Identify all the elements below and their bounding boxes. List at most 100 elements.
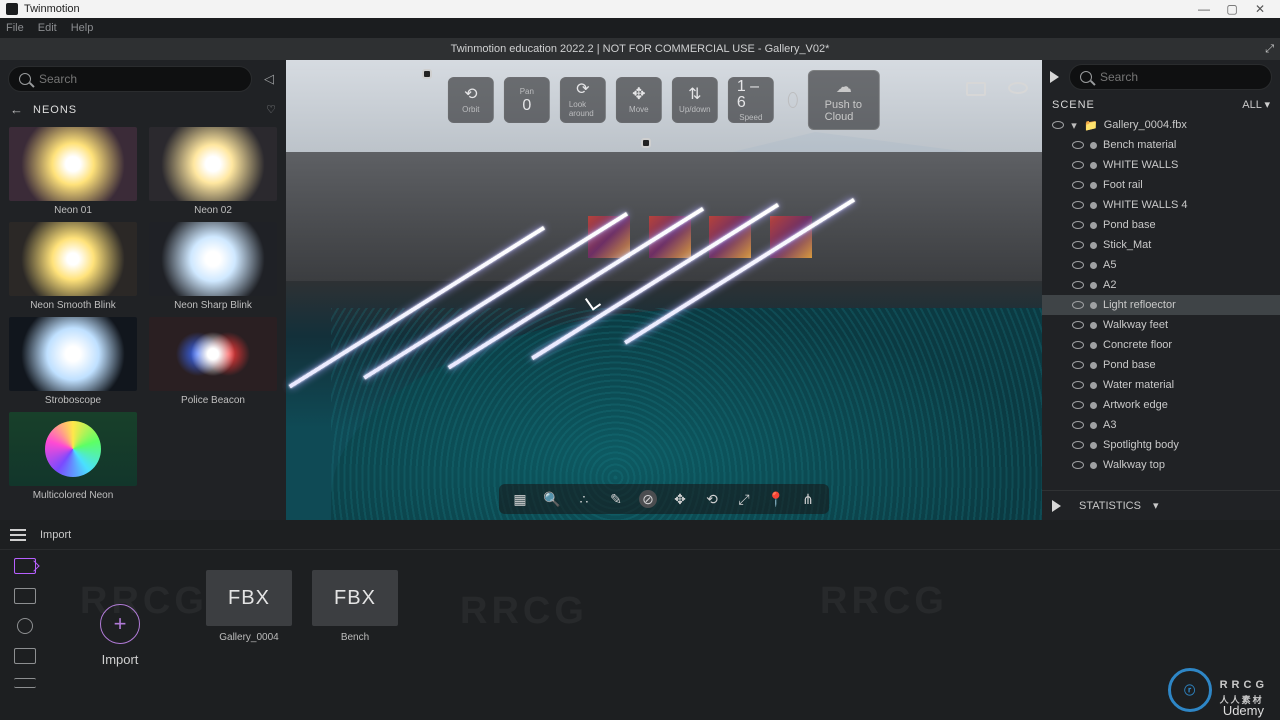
library-item[interactable]: Neon 02 <box>146 127 280 216</box>
dock-export-icon[interactable] <box>14 648 36 664</box>
scene-tree-item[interactable]: A3 <box>1042 415 1280 435</box>
viewport-3d[interactable]: ⟲Orbit Pan0 ⟳Look around ✥Move ⇅Up/down … <box>286 60 1042 520</box>
visibility-toggle-icon[interactable] <box>1008 82 1028 94</box>
scene-item-label: A2 <box>1103 279 1116 291</box>
nav-speed-button[interactable]: 1 – 6Speed <box>728 77 774 123</box>
tool-pivot-icon[interactable]: ⋔ <box>799 490 817 508</box>
visibility-eye-icon[interactable] <box>1072 401 1084 409</box>
tool-snap-icon[interactable]: 📍 <box>767 490 785 508</box>
scene-root-node[interactable]: ▾ 📁 Gallery_0004.fbx <box>1042 115 1280 135</box>
library-item[interactable]: Neon Sharp Blink <box>146 222 280 311</box>
visibility-eye-icon[interactable] <box>1072 261 1084 269</box>
favorite-icon[interactable]: ♡ <box>266 103 276 116</box>
visibility-eye-icon[interactable] <box>1072 421 1084 429</box>
expand-icon[interactable] <box>1052 500 1061 512</box>
visibility-eye-icon[interactable] <box>1072 461 1084 469</box>
visibility-eye-icon[interactable] <box>1052 121 1064 129</box>
scene-tree-item[interactable]: Concrete floor <box>1042 335 1280 355</box>
scene-tree[interactable]: ▾ 📁 Gallery_0004.fbx Bench materialWHITE… <box>1042 115 1280 490</box>
menu-edit[interactable]: Edit <box>38 22 57 34</box>
tool-zoom-icon[interactable]: 🔍 <box>543 490 561 508</box>
dock-path-icon[interactable] <box>14 588 36 604</box>
scene-tree-item[interactable]: A5 <box>1042 255 1280 275</box>
tool-rotate-icon[interactable]: ⟲ <box>703 490 721 508</box>
material-dot-icon <box>1090 462 1097 469</box>
menu-help[interactable]: Help <box>71 22 94 34</box>
dock-import-icon[interactable] <box>14 558 36 574</box>
visibility-eye-icon[interactable] <box>1072 181 1084 189</box>
visibility-eye-icon[interactable] <box>1072 221 1084 229</box>
scene-tree-item[interactable]: Water material <box>1042 375 1280 395</box>
library-search-input[interactable] <box>37 71 241 87</box>
imported-file[interactable]: FBX Gallery_0004 <box>206 570 292 643</box>
camera-gizmo-icon[interactable] <box>422 69 432 79</box>
scene-tree-item[interactable]: WHITE WALLS <box>1042 155 1280 175</box>
scene-tree-item[interactable]: Pond base <box>1042 215 1280 235</box>
visibility-eye-icon[interactable] <box>1072 161 1084 169</box>
scene-search-input[interactable] <box>1098 69 1261 85</box>
tool-eyedropper-icon[interactable]: ✎ <box>607 490 625 508</box>
visibility-eye-icon[interactable] <box>1072 341 1084 349</box>
window-minimize-button[interactable]: — <box>1190 2 1218 16</box>
nav-settings-icon[interactable] <box>788 92 798 108</box>
scene-tree-item[interactable]: Foot rail <box>1042 175 1280 195</box>
visibility-eye-icon[interactable] <box>1072 301 1084 309</box>
scene-tree-item[interactable]: A2 <box>1042 275 1280 295</box>
scene-tree-item[interactable]: Stick_Mat <box>1042 235 1280 255</box>
visibility-eye-icon[interactable] <box>1072 241 1084 249</box>
scene-tree-item[interactable]: Bench material <box>1042 135 1280 155</box>
tool-scale-icon[interactable]: ⤢ <box>735 490 753 508</box>
visibility-eye-icon[interactable] <box>1072 361 1084 369</box>
visibility-eye-icon[interactable] <box>1072 321 1084 329</box>
library-item[interactable]: Neon Smooth Blink <box>6 222 140 311</box>
window-maximize-button[interactable]: ▢ <box>1218 2 1246 16</box>
dock-menu-icon[interactable] <box>10 529 26 541</box>
library-item[interactable]: Police Beacon <box>146 317 280 406</box>
library-item[interactable]: Multicolored Neon <box>6 412 140 501</box>
nav-updown-button[interactable]: ⇅Up/down <box>672 77 718 123</box>
scene-tree-item[interactable]: Pond base <box>1042 355 1280 375</box>
scene-filter-dropdown[interactable]: ALL ▾ <box>1242 98 1270 111</box>
visibility-eye-icon[interactable] <box>1072 381 1084 389</box>
scene-tree-item[interactable]: WHITE WALLS 4 <box>1042 195 1280 215</box>
import-add-button[interactable]: + <box>100 604 140 644</box>
material-dot-icon <box>1090 202 1097 209</box>
library-back-button[interactable]: ← <box>10 102 23 117</box>
tool-erase-icon[interactable]: ⊘ <box>639 490 657 508</box>
material-dot-icon <box>1090 422 1097 429</box>
tool-move-icon[interactable]: ✥ <box>671 490 689 508</box>
library-item[interactable]: Stroboscope <box>6 317 140 406</box>
nav-orbit-button[interactable]: ⟲Orbit <box>448 77 494 123</box>
nav-pan-button[interactable]: Pan0 <box>504 77 550 123</box>
nav-look-button[interactable]: ⟳Look around <box>560 77 606 123</box>
collapse-library-icon[interactable]: ◁ <box>260 71 278 87</box>
imported-file[interactable]: FBX Bench <box>312 570 398 643</box>
scene-tree-item[interactable]: Walkway feet <box>1042 315 1280 335</box>
window-close-button[interactable]: ✕ <box>1246 2 1274 16</box>
dock-settings-icon[interactable] <box>14 678 36 688</box>
scene-tree-item[interactable]: Artwork edge <box>1042 395 1280 415</box>
scene-search[interactable] <box>1069 64 1272 90</box>
scene-tree-item[interactable]: Light refloector <box>1042 295 1280 315</box>
play-button-icon[interactable] <box>1050 71 1059 83</box>
visibility-eye-icon[interactable] <box>1072 141 1084 149</box>
library-search[interactable] <box>8 66 252 92</box>
folder-toggle-icon[interactable]: ▾ <box>1070 119 1078 132</box>
library-item[interactable]: Neon 01 <box>6 127 140 216</box>
tool-grid-icon[interactable]: ▦ <box>511 490 529 508</box>
tool-scatter-icon[interactable]: ∴ <box>575 490 593 508</box>
statistics-section[interactable]: STATISTICS ▾ <box>1042 490 1280 520</box>
scene-tree-item[interactable]: Spotlightg body <box>1042 435 1280 455</box>
nav-move-button[interactable]: ✥Move <box>616 77 662 123</box>
menu-file[interactable]: File <box>6 22 24 34</box>
push-to-cloud-button[interactable]: ☁Push to Cloud <box>808 70 881 130</box>
visibility-eye-icon[interactable] <box>1072 201 1084 209</box>
safe-frame-icon[interactable] <box>966 82 986 96</box>
dock-tab-label[interactable]: Import <box>40 529 71 541</box>
dock-media-icon[interactable] <box>17 618 33 634</box>
visibility-eye-icon[interactable] <box>1072 441 1084 449</box>
camera-gizmo-icon[interactable] <box>641 138 651 148</box>
scene-tree-item[interactable]: Walkway top <box>1042 455 1280 475</box>
expand-tabstrip-icon[interactable]: ⤢ <box>1265 43 1274 56</box>
visibility-eye-icon[interactable] <box>1072 281 1084 289</box>
